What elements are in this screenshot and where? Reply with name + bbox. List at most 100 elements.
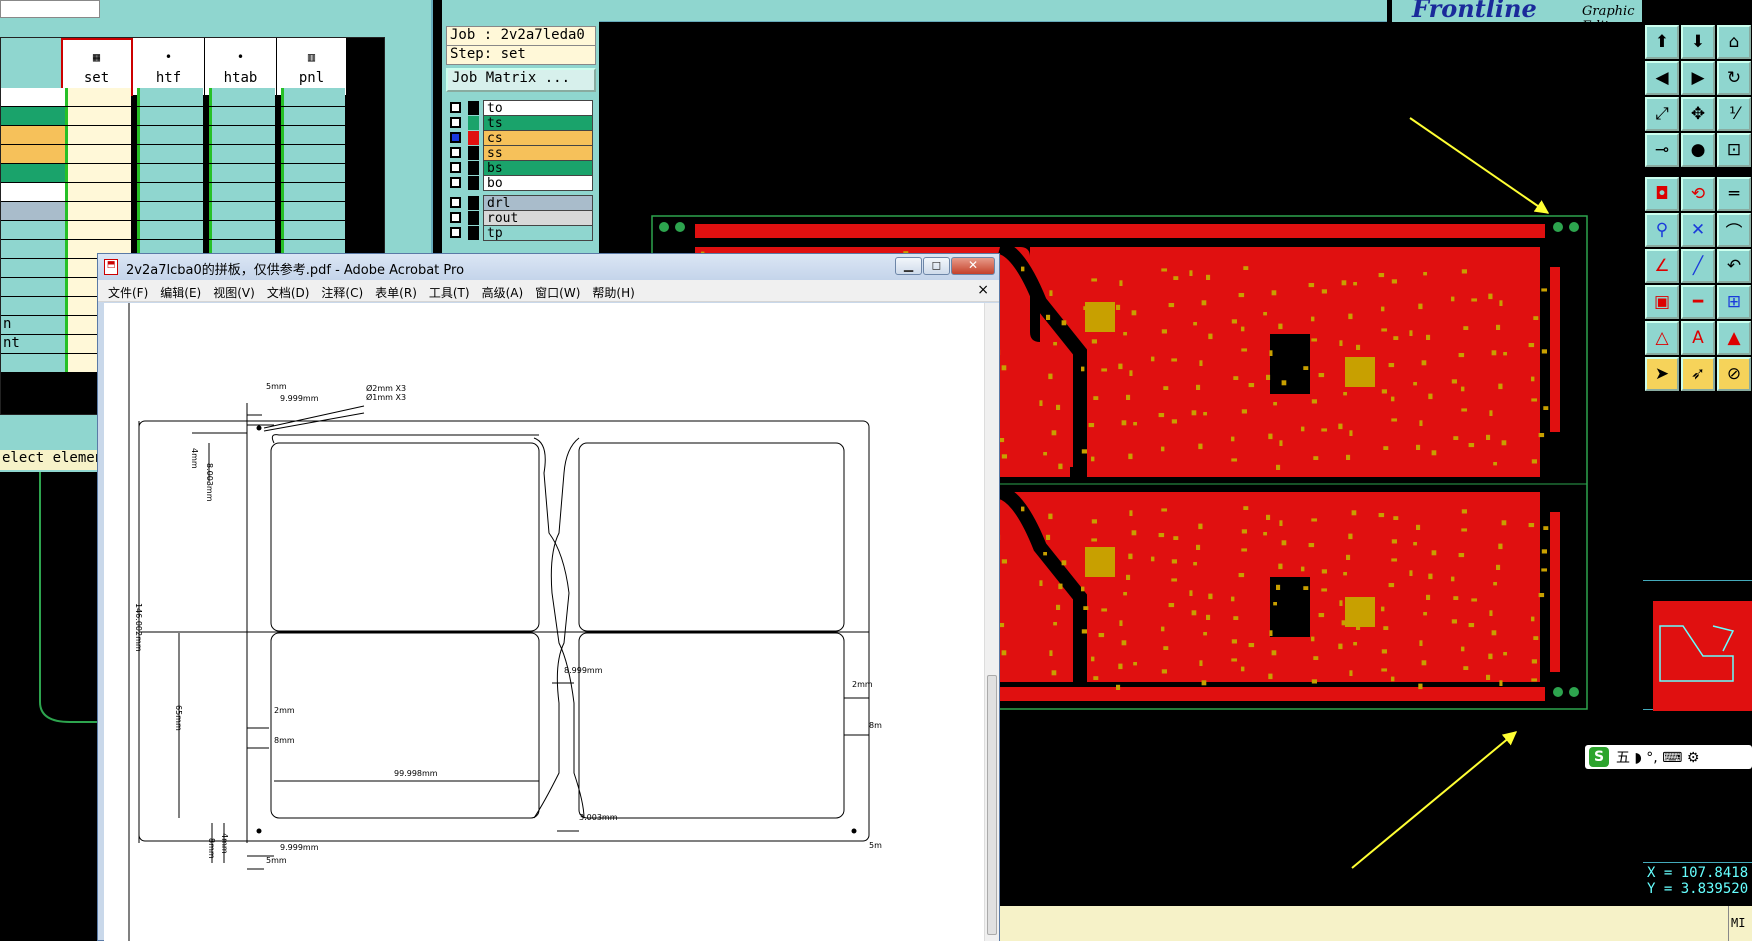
arc-button[interactable]: ⌒ [1717,213,1751,247]
text-a-button[interactable]: A [1681,321,1715,355]
measure-button[interactable]: ⊸ [1645,133,1679,167]
triangle-fill-button[interactable]: ▲ [1717,321,1751,355]
rotate-button[interactable]: ⟲ [1681,177,1715,211]
triangle-button[interactable]: △ [1645,321,1679,355]
layer-checkbox[interactable] [450,162,461,173]
matrix-cell[interactable] [137,107,203,125]
matrix-top-field[interactable] [0,0,100,18]
pan-left-button[interactable]: ◀ [1645,61,1679,95]
acrobat-menu-item[interactable]: 编辑(E) [160,284,201,301]
matrix-cell[interactable] [281,164,345,182]
cross-button[interactable]: ✕ [1681,213,1715,247]
layer-color-swatch[interactable] [468,146,479,160]
layer-checkbox[interactable] [450,147,461,158]
layer-row-rout[interactable]: rout [446,210,596,226]
probe-button[interactable]: ● [1681,133,1715,167]
matrix-cell[interactable] [209,164,275,182]
matrix-cell[interactable] [65,107,131,125]
layer-row-drl[interactable]: drl [446,195,596,211]
layer-row-ss[interactable]: ss [446,145,596,161]
layer-checkbox[interactable] [450,117,461,128]
matrix-cell[interactable] [65,164,131,182]
pdf-page[interactable]: 5mm 9.999mm Ø2mm X3 Ø1mm X3 4mm 8.003mm … [104,303,984,941]
select-box-button[interactable]: ◘ [1645,177,1679,211]
matrix-cell[interactable] [281,126,345,144]
matrix-row[interactable] [1,126,386,145]
matrix-row[interactable] [1,202,386,221]
matrix-cell[interactable] [281,145,345,163]
matrix-cell[interactable] [281,183,345,201]
undo-button[interactable]: ↶ [1717,249,1751,283]
layer-color-swatch[interactable] [468,101,479,115]
layer-row-bs[interactable]: bs [446,160,596,176]
sogou-ime-icon[interactable]: S [1589,747,1609,767]
layer-row-tp[interactable]: tp [446,225,596,241]
layer-checkbox[interactable] [450,212,461,223]
matrix-row[interactable] [1,221,386,240]
matrix-cell[interactable] [209,126,275,144]
matrix-row[interactable] [1,145,386,164]
close-document-icon[interactable]: × [977,282,989,298]
matrix-row[interactable] [1,164,386,183]
acrobat-menu-item[interactable]: 高级(A) [482,284,524,301]
screen-down-button[interactable]: ⬇ [1681,25,1715,59]
layer-checkbox[interactable] [450,197,461,208]
matrix-cell[interactable] [137,126,203,144]
layer-row-to[interactable]: to [446,100,596,116]
matrix-cell[interactable] [65,88,131,106]
cancel-button[interactable]: ⊘ [1717,357,1751,391]
grid-button[interactable]: ⊞ [1717,285,1751,319]
matrix-cell[interactable] [137,221,203,239]
layer-color-swatch[interactable] [468,226,479,240]
layer-color-swatch[interactable] [468,161,479,175]
matrix-cell[interactable] [209,88,275,106]
layer-checkbox[interactable] [450,227,461,238]
layer-row-bo[interactable]: bo [446,175,596,191]
layer-color-swatch[interactable] [468,196,479,210]
layer-row-ts[interactable]: ts [446,115,596,131]
pointer-button[interactable]: ➤ [1645,357,1679,391]
minimize-button[interactable]: ▁ [895,257,922,275]
layer-checkbox[interactable] [450,102,461,113]
layer-checkbox[interactable] [450,177,461,188]
acrobat-menu-item[interactable]: 文档(D) [267,284,310,301]
matrix-row[interactable] [1,88,386,107]
acrobat-menu-item[interactable]: 注释(C) [321,284,363,301]
matrix-cell[interactable] [137,145,203,163]
matrix-cell[interactable] [65,202,131,220]
acrobat-menu-item[interactable]: 视图(V) [213,284,255,301]
zoom-fit-button[interactable]: ⤢ [1645,97,1679,131]
acrobat-menu-item[interactable]: 工具(T) [429,284,470,301]
pad-button[interactable]: ▣ [1645,285,1679,319]
matrix-cell[interactable] [209,107,275,125]
matrix-cell[interactable] [281,88,345,106]
matrix-cell[interactable] [209,183,275,201]
ratio-button[interactable]: ⅟ [1717,97,1751,131]
layer-checkbox[interactable] [450,132,461,143]
layer-color-swatch[interactable] [468,131,479,145]
matrix-cell[interactable] [137,202,203,220]
maximize-button[interactable]: ◻ [923,257,950,275]
line-red-button[interactable]: ∠ [1645,249,1679,283]
layer-row-cs[interactable]: cs [446,130,596,146]
layer-color-swatch[interactable] [468,116,479,130]
acrobat-menu-item[interactable]: 表单(R) [375,284,417,301]
matrix-cell[interactable] [281,202,345,220]
job-matrix-button[interactable]: Job Matrix ... [446,68,596,92]
matrix-row[interactable] [1,183,386,202]
pointer-select-button[interactable]: ➶ [1681,357,1715,391]
matrix-cell[interactable] [209,221,275,239]
acrobat-title-bar[interactable]: ⬒ 2v2a7lcba0的拼板，仅供参考.pdf - Adobe Acrobat… [98,254,999,280]
close-window-button[interactable]: ✕ [951,257,995,275]
layer-color-swatch[interactable] [468,176,479,190]
line-blue-button[interactable]: ╱ [1681,249,1715,283]
acrobat-menu-item[interactable]: 帮助(H) [592,284,634,301]
pdf-scrollbar[interactable] [984,303,999,941]
matrix-cell[interactable] [65,126,131,144]
snap-button[interactable]: ⊡ [1717,133,1751,167]
ime-glyphs[interactable]: 五 ◗ °, ⌨ ⚙ [1616,747,1699,767]
matrix-cell[interactable] [281,221,345,239]
matrix-cell[interactable] [65,183,131,201]
scrollbar-thumb[interactable] [987,675,997,935]
zoom-center-button[interactable]: ✥ [1681,97,1715,131]
